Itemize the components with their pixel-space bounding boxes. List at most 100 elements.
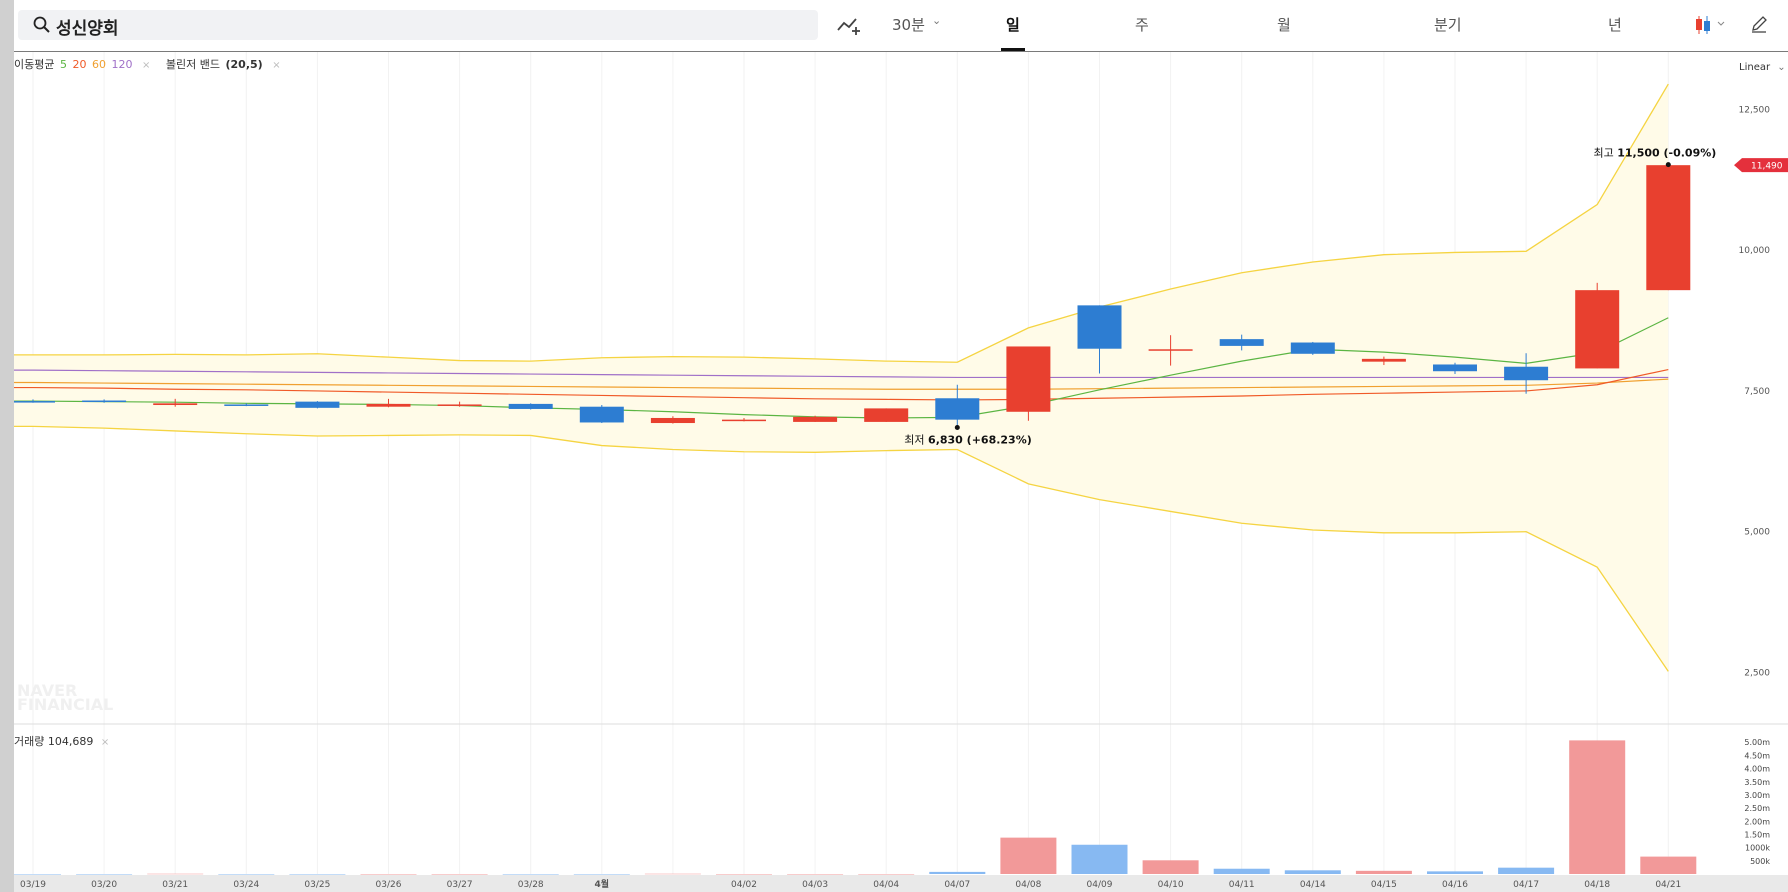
- low-annotation: 최저 6,830 (+68.23%): [904, 434, 1031, 447]
- volume-tick-label: 2.50m: [1744, 804, 1770, 813]
- volume-tick-label: 500k: [1750, 857, 1770, 866]
- ma60-label: 60: [91, 58, 106, 71]
- candle: [295, 401, 340, 408]
- volume-bar: [360, 874, 417, 875]
- x-tick-label: 04/15: [1371, 880, 1397, 890]
- y-tick-label: 10,000: [1739, 246, 1771, 256]
- volume-tick-label: 4.00m: [1744, 765, 1770, 774]
- remove-bb-button[interactable]: ×: [272, 60, 280, 71]
- volume-legend: 거래량 104,689 ×: [14, 733, 109, 749]
- candle: [1006, 346, 1051, 412]
- bb-params: (20,5): [225, 58, 263, 71]
- volume-bar: [14, 874, 61, 875]
- x-tick-label: 03/21: [162, 880, 188, 890]
- candle: [1219, 339, 1264, 346]
- bb-label: 볼린저 밴드: [165, 58, 220, 71]
- x-tick-label: 03/19: [20, 880, 46, 890]
- x-tick-label: 04/08: [1015, 880, 1041, 890]
- volume-bar: [431, 874, 488, 875]
- volume-bar: [218, 874, 275, 875]
- candle: [224, 404, 269, 406]
- volume-bar: [147, 873, 204, 875]
- ma5-label: 5: [59, 58, 67, 71]
- volume-tick-label: 1000k: [1745, 844, 1770, 853]
- x-tick-label: 04/16: [1442, 880, 1468, 890]
- x-tick-label: 04/02: [731, 880, 757, 890]
- volume-label: 거래량: [14, 735, 45, 748]
- indicator-legend: 이동평균 5 20 60 120 × 볼린저 밴드 (20,5) ×: [14, 56, 283, 72]
- scale-label: Linear: [1739, 62, 1771, 73]
- volume-bar: [1498, 867, 1555, 874]
- candle: [864, 408, 909, 422]
- candle: [82, 400, 127, 403]
- x-tick-label: 04/04: [873, 880, 899, 890]
- y-tick-label: 7,500: [1744, 387, 1770, 397]
- x-tick-label: 04/07: [944, 880, 970, 890]
- x-tick-label: 04/10: [1158, 880, 1184, 890]
- x-tick-label: 04/21: [1655, 880, 1681, 890]
- x-tick-label: 04/03: [802, 880, 828, 890]
- x-tick-label: 04/14: [1300, 880, 1326, 890]
- ma-label: 이동평균: [14, 58, 55, 71]
- volume-tick-label: 4.50m: [1744, 751, 1770, 760]
- volume-bar: [76, 874, 133, 875]
- volume-bar: [1355, 870, 1412, 874]
- x-tick-label: 04/18: [1584, 880, 1610, 890]
- volume-bar: [644, 873, 701, 875]
- x-tick-label: 03/27: [447, 880, 473, 890]
- candle: [650, 417, 695, 424]
- volume-tick-label: 3.00m: [1744, 791, 1770, 800]
- high-annotation: 최고 11,500 (-0.09%): [1593, 147, 1716, 160]
- x-tick-label: 4월: [595, 878, 610, 890]
- volume-bar: [787, 874, 844, 875]
- volume-tick-label: 1.50m: [1744, 830, 1770, 839]
- volume-bar: [1569, 740, 1626, 874]
- volume-bar: [1213, 868, 1270, 874]
- candle: [935, 398, 980, 420]
- candle: [366, 403, 411, 407]
- x-tick-label: 04/17: [1513, 880, 1539, 890]
- candle: [1433, 364, 1477, 372]
- watermark: NAVER FINANCIAL: [17, 681, 114, 714]
- remove-volume-button[interactable]: ×: [101, 737, 109, 748]
- volume-bar: [502, 874, 559, 875]
- x-tick-label: 03/24: [233, 880, 259, 890]
- scale-select[interactable]: Linear ⌄: [1739, 62, 1786, 73]
- volume-bar: [573, 874, 630, 875]
- volume-tick-label: 3.50m: [1744, 778, 1770, 787]
- x-tick-label: 04/11: [1229, 880, 1255, 890]
- chevron-down-icon: ⌄: [1777, 62, 1786, 73]
- candle: [1077, 305, 1122, 349]
- volume-bar: [1071, 844, 1128, 874]
- volume-bar: [716, 874, 772, 875]
- candle: [508, 403, 553, 409]
- y-tick-label: 2,500: [1744, 668, 1770, 678]
- x-tick-label: 03/20: [91, 880, 117, 890]
- candle: [793, 416, 838, 422]
- candle: [1290, 342, 1335, 354]
- volume-bar: [1284, 870, 1341, 874]
- candle: [1148, 349, 1193, 351]
- candle: [579, 406, 624, 423]
- volume-bar: [1000, 837, 1057, 874]
- volume-tick-label: 2.00m: [1744, 817, 1770, 826]
- candle: [437, 404, 482, 406]
- ma120-label: 120: [111, 58, 133, 71]
- high-marker: [1665, 162, 1671, 168]
- volume-bar: [1142, 860, 1199, 874]
- remove-ma-button[interactable]: ×: [142, 60, 150, 71]
- chart-frame: 성신양회 30분 ⌄ 일 주 월 분기 년 최고 11,500 (-0.09%)…: [14, 0, 1788, 892]
- candle: [1504, 366, 1549, 381]
- price-chart[interactable]: 최고 11,500 (-0.09%) 최저 6,830 (+68.23%) 12,5…: [14, 0, 1788, 892]
- volume-bar: [289, 874, 346, 875]
- volume-bar: [1640, 856, 1697, 874]
- candle: [1361, 358, 1406, 362]
- volume-bar: [1427, 871, 1483, 874]
- candle: [14, 401, 55, 403]
- x-tick-label: 03/28: [518, 880, 544, 890]
- x-tick-label: 04/09: [1087, 880, 1113, 890]
- low-marker: [954, 425, 960, 431]
- volume-bar: [929, 871, 986, 874]
- x-tick-label: 03/25: [304, 880, 330, 890]
- ma20-label: 20: [72, 58, 87, 71]
